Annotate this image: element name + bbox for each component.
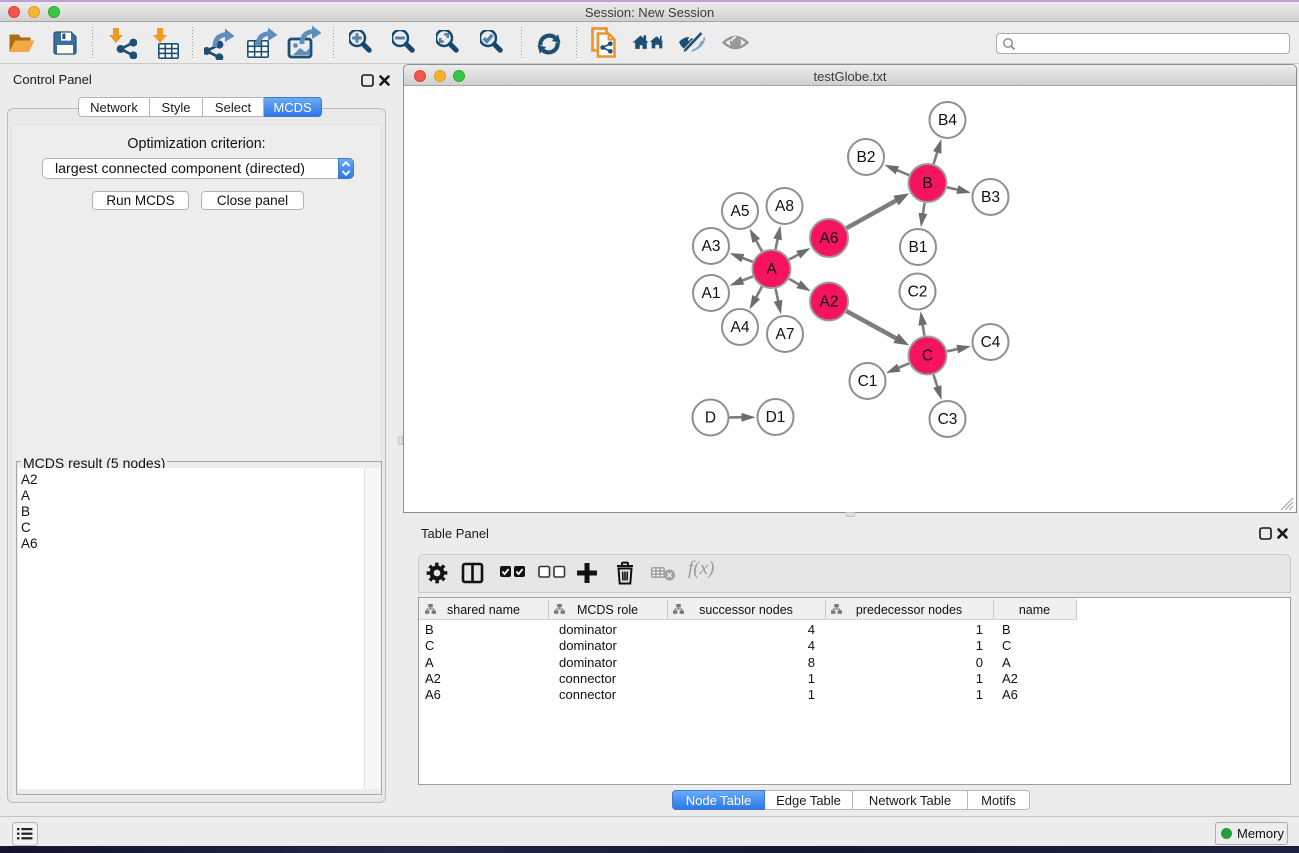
svg-text:C3: C3: [938, 411, 958, 428]
svg-text:B2: B2: [857, 149, 876, 166]
svg-text:B1: B1: [909, 239, 928, 256]
svg-text:C: C: [922, 348, 933, 365]
svg-text:A6: A6: [820, 230, 839, 247]
svg-text:C1: C1: [858, 373, 878, 390]
svg-text:A8: A8: [775, 198, 794, 215]
svg-text:A4: A4: [731, 319, 750, 336]
svg-text:D1: D1: [766, 409, 786, 426]
svg-text:C2: C2: [908, 284, 928, 301]
svg-text:B: B: [922, 175, 932, 192]
svg-text:A2: A2: [820, 294, 839, 311]
svg-text:A5: A5: [731, 203, 750, 220]
svg-text:A7: A7: [776, 326, 795, 343]
svg-text:B4: B4: [938, 112, 957, 129]
svg-text:A1: A1: [702, 285, 721, 302]
svg-text:A3: A3: [702, 238, 721, 255]
svg-text:A: A: [766, 261, 777, 278]
svg-text:C4: C4: [981, 334, 1001, 351]
svg-text:D: D: [705, 410, 716, 427]
svg-text:B3: B3: [981, 189, 1000, 206]
